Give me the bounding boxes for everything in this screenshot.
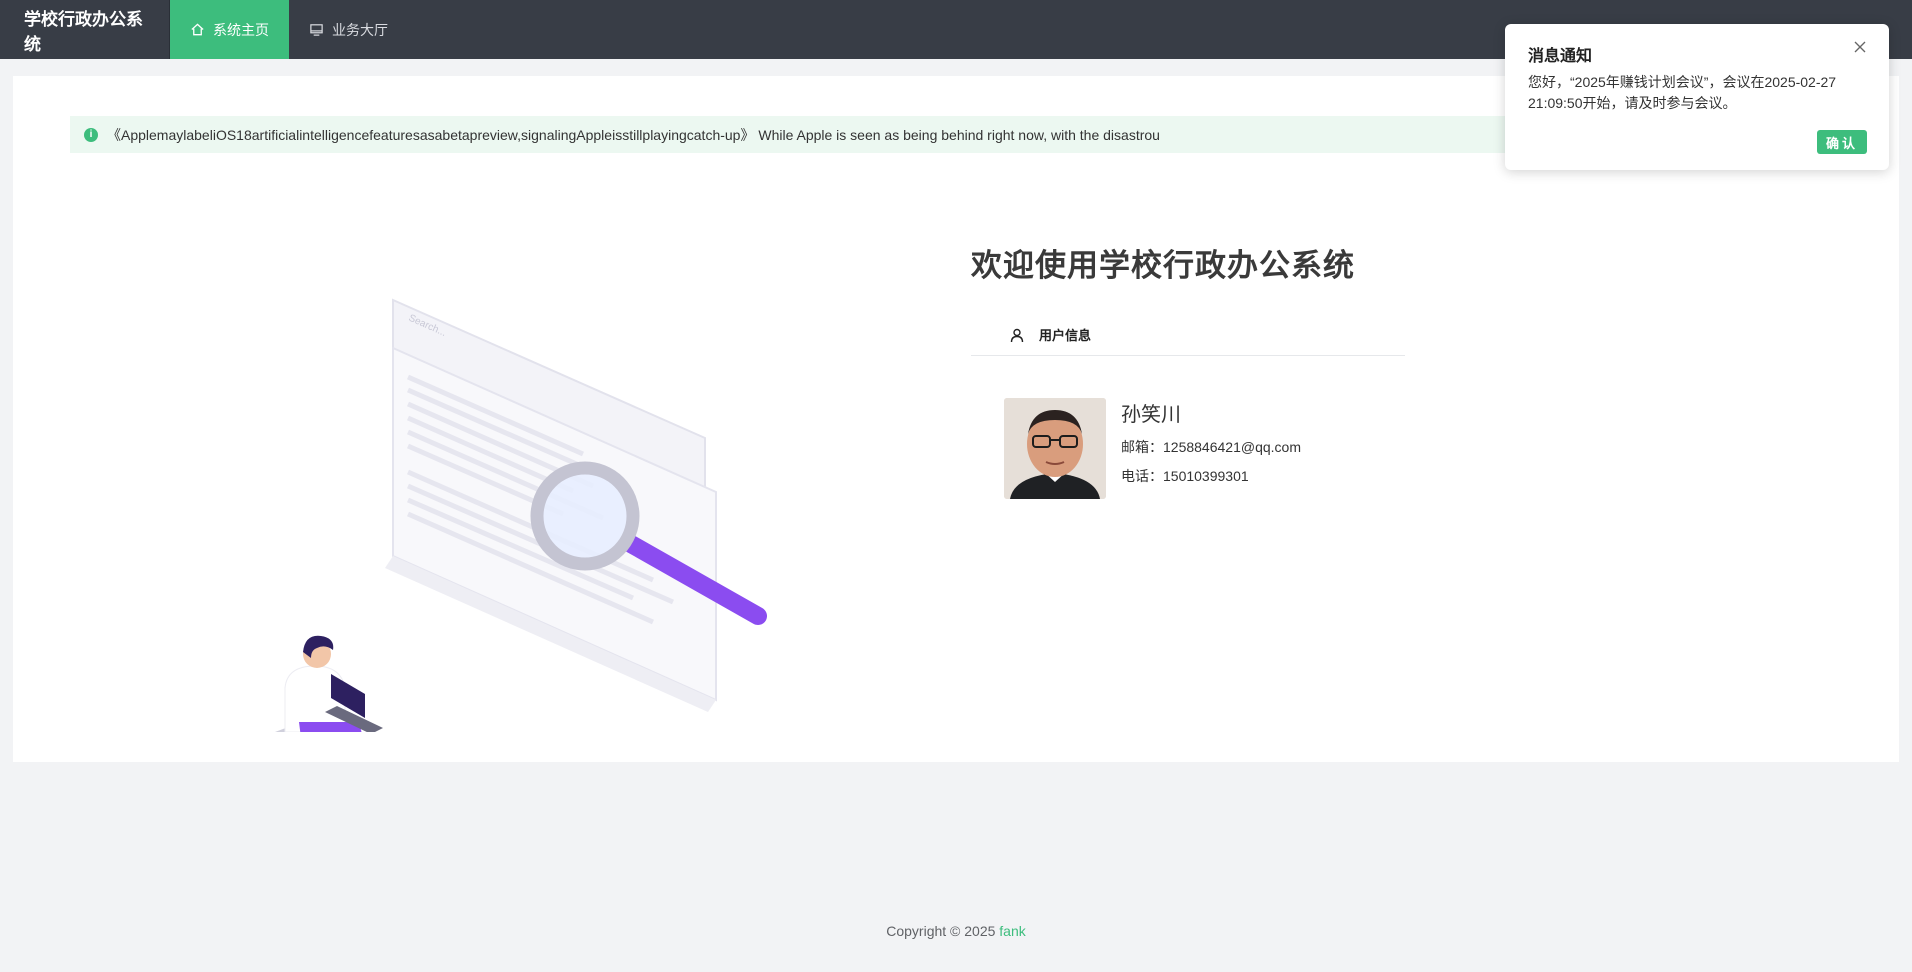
info-icon: i — [84, 127, 98, 142]
nav-item-label: 业务大厅 — [332, 21, 388, 38]
nav-item-home[interactable]: 系统主页 — [169, 0, 289, 59]
announcement-text: 《ApplemaylabeliOS18artificialintelligenc… — [107, 126, 1160, 143]
home-icon — [191, 23, 204, 36]
footer-author-link[interactable]: fank — [999, 923, 1025, 939]
user-email: 邮箱：1258846421@qq.com — [1121, 439, 1301, 455]
announcement-alert: i 《ApplemaylabeliOS18artificialintellige… — [70, 116, 1522, 153]
copyright-text: Copyright © 2025 — [886, 923, 996, 939]
confirm-button[interactable]: 确认 — [1817, 130, 1867, 154]
nav-item-label: 系统主页 — [213, 21, 269, 38]
user-info-label: 用户信息 — [1039, 328, 1092, 343]
close-icon[interactable] — [1853, 40, 1867, 54]
nav-item-business-hall[interactable]: 业务大厅 — [289, 0, 408, 59]
user-avatar — [1004, 398, 1106, 499]
welcome-title: 欢迎使用学校行政办公系统 — [971, 248, 1355, 283]
user-icon — [1010, 328, 1024, 342]
message-notification: 消息通知 您好，“2025年赚钱计划会议”，会议在2025-02-27 21:0… — [1505, 24, 1889, 170]
notification-body: 您好，“2025年赚钱计划会议”，会议在2025-02-27 21:09:50开… — [1528, 74, 1837, 111]
page-footer: Copyright © 2025 fank — [0, 923, 1912, 939]
monitor-icon — [310, 24, 323, 36]
app-brand: 学校行政办公系统 — [24, 9, 143, 54]
user-name: 孙笑川 — [1121, 404, 1181, 426]
user-info-header: 用户信息 — [971, 314, 1405, 356]
home-content-card: i 《ApplemaylabeliOS18artificialintellige… — [13, 76, 1899, 762]
search-illustration: Search... — [275, 298, 767, 732]
user-phone: 电话：15010399301 — [1121, 468, 1249, 484]
notification-title: 消息通知 — [1528, 48, 1593, 65]
